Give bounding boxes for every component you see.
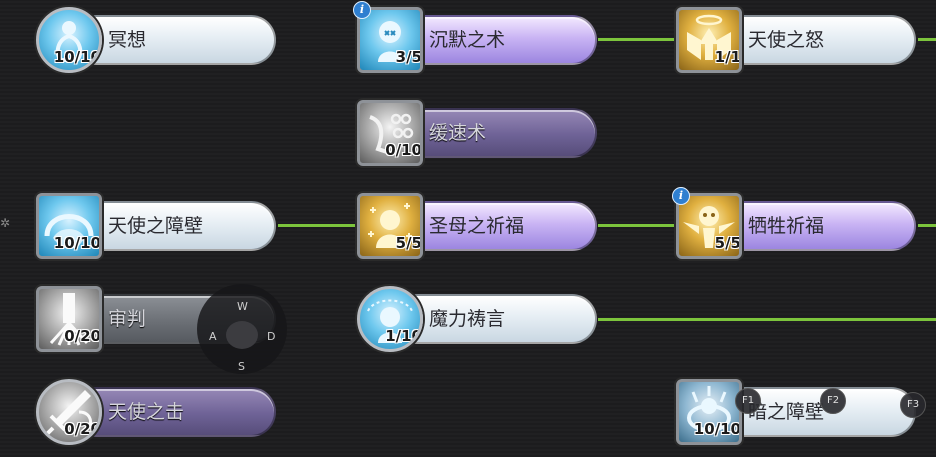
skill-name: 审判 xyxy=(108,308,147,330)
skill-node-angel-wrath[interactable]: 天使之怒 1/1 xyxy=(676,7,918,73)
link-barrier-madonna xyxy=(278,224,360,227)
skill-node-angel-barrier[interactable]: 天使之障壁 10/10 xyxy=(36,193,278,259)
sword-icon: 0/20 xyxy=(36,379,102,445)
skill-node-slow[interactable]: 缓速术 0/10 xyxy=(357,100,599,166)
skill-level: 5/5 xyxy=(395,234,422,252)
skill-name: 天使之障壁 xyxy=(108,215,204,237)
link-silence-angel-wrath xyxy=(598,38,680,41)
skill-node-madonna-prayer[interactable]: 圣母之祈福 5/5 xyxy=(357,193,599,259)
meditation-icon: 10/10 xyxy=(36,7,102,73)
angel-barrier-icon: 10/10 xyxy=(36,193,102,259)
link-wrath-offscreen xyxy=(918,38,936,41)
skill-node-meditation[interactable]: 冥想 10/10 xyxy=(36,7,278,73)
skill-name: 沉默之术 xyxy=(429,29,506,51)
madonna-prayer-icon: 5/5 xyxy=(357,193,423,259)
skill-node-silence[interactable]: 沉默之术 3/5 i xyxy=(353,1,599,73)
link-sacrifice-offscreen xyxy=(918,224,936,227)
skill-level: 0/20 xyxy=(64,327,101,345)
skill-bar xyxy=(72,15,276,65)
virtual-joystick[interactable]: W A D S xyxy=(197,284,287,374)
skill-name: 缓速术 xyxy=(429,122,487,144)
skill-tree-panel: ✲ 冥想 10/10 沉默之术 3/5 i 天使之怒 1/1 缓速术 0/10 … xyxy=(0,0,936,457)
skill-level: 10/10 xyxy=(53,48,101,66)
chain-icon: 0/10 xyxy=(357,100,423,166)
skill-name: 魔力祷言 xyxy=(429,308,506,330)
gear-icon: ✲ xyxy=(0,216,11,230)
skill-level: 10/10 xyxy=(53,234,101,252)
skill-node-angel-strike[interactable]: 天使之击 0/20 xyxy=(36,379,278,445)
skill-name: 牺牲祈福 xyxy=(748,215,825,237)
judgement-icon: 0/20 xyxy=(36,286,102,352)
joystick-key-left[interactable]: A xyxy=(209,330,217,343)
skill-node-magic-prayer[interactable]: 魔力祷言 1/10 xyxy=(357,286,599,352)
hotkey-f1-button[interactable]: F1 xyxy=(735,388,761,414)
joystick-key-right[interactable]: D xyxy=(267,330,275,343)
link-magic-prayer-offscreen xyxy=(598,318,936,321)
angel-wrath-icon: 1/1 xyxy=(676,7,742,73)
skill-node-sacrifice-blessing[interactable]: 牺牲祈福 5/5 i xyxy=(672,187,918,259)
skill-level: 0/20 xyxy=(64,420,101,438)
skill-name: 天使之击 xyxy=(108,401,185,423)
skill-level: 5/5 xyxy=(714,234,741,252)
skill-name: 天使之怒 xyxy=(748,29,825,51)
skill-name: 圣母之祈福 xyxy=(429,215,525,237)
skill-level: 0/10 xyxy=(385,141,422,159)
skill-name: 冥想 xyxy=(108,29,147,51)
skill-level: 1/10 xyxy=(385,327,422,345)
joystick-knob[interactable] xyxy=(226,321,258,349)
skill-level: 1/1 xyxy=(714,48,741,66)
skill-node-dark-barrier[interactable]: 暗之障壁 10/10 xyxy=(676,379,918,445)
info-icon[interactable]: i xyxy=(672,187,690,205)
link-madonna-sacrifice xyxy=(598,224,680,227)
skill-bar xyxy=(393,108,597,158)
dark-barrier-icon: 10/10 xyxy=(676,379,742,445)
skill-level: 10/10 xyxy=(693,420,741,438)
joystick-key-up[interactable]: W xyxy=(237,300,248,313)
hotkey-f3-button[interactable]: F3 xyxy=(900,392,926,418)
info-icon[interactable]: i xyxy=(353,1,371,19)
magic-prayer-icon: 1/10 xyxy=(357,286,423,352)
skill-level: 3/5 xyxy=(395,48,422,66)
hotkey-f2-button[interactable]: F2 xyxy=(820,388,846,414)
joystick-key-down[interactable]: S xyxy=(238,360,245,373)
